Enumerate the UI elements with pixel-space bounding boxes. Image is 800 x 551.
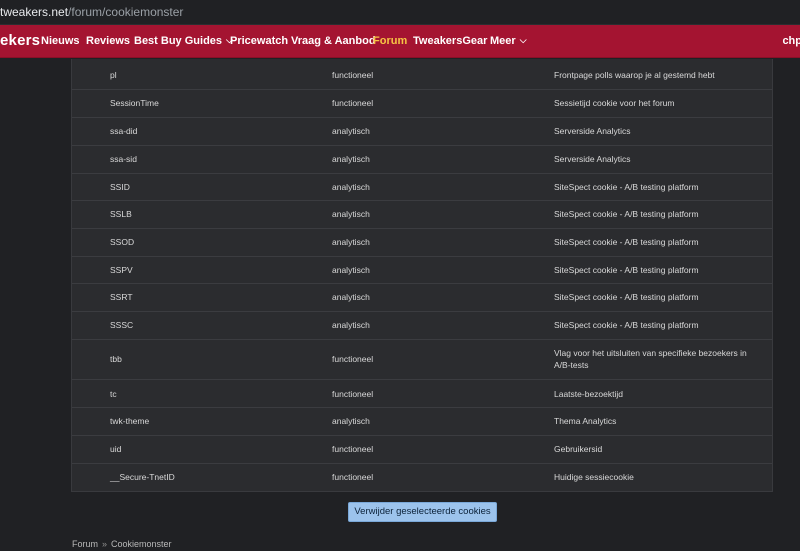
cookie-name: SSLB <box>110 209 132 219</box>
table-row: ssa-sid analytisch Serverside Analytics <box>72 146 772 174</box>
nav-item-label: Best Buy Guides <box>134 35 223 47</box>
table-row: twk-theme analytisch Thema Analytics <box>72 408 772 436</box>
nav-item-label: Meer <box>490 35 516 47</box>
nav-item-best-buy-guides[interactable]: Best Buy Guides ⌵ <box>134 35 233 47</box>
delete-selected-cookies-button[interactable]: Verwijder geselecteerde cookies <box>348 502 497 522</box>
nav-item-meer[interactable]: Meer ⌵ <box>490 35 527 47</box>
cookie-description: Huidige sessiecookie <box>554 472 634 482</box>
cookie-description: Serverside Analytics <box>554 154 631 164</box>
nav-item-label: Nieuws <box>41 35 80 47</box>
table-row: SSLB analytisch SiteSpect cookie - A/B t… <box>72 201 772 229</box>
table-row: __Secure-TnetID functioneel Huidige sess… <box>72 464 772 492</box>
cookie-type: analytisch <box>332 126 370 136</box>
site-logo[interactable]: ekers <box>0 32 40 49</box>
url-text[interactable]: tweakers.net/forum/cookiemonster <box>0 5 183 19</box>
cookie-name: tbb <box>110 354 122 364</box>
cookie-type: analytisch <box>332 154 370 164</box>
cookie-type: functioneel <box>332 472 374 482</box>
breadcrumb-cookiemonster[interactable]: Cookiemonster <box>111 539 172 549</box>
table-row: SessionTime functioneel Sessietijd cooki… <box>72 90 772 118</box>
table-row: SSSC analytisch SiteSpect cookie - A/B t… <box>72 312 772 340</box>
cookie-name: ssa-sid <box>110 154 137 164</box>
nav-item-vraag-aanbod[interactable]: Vraag & Aanbod <box>291 35 376 47</box>
cookie-name: SSRT <box>110 292 133 302</box>
cookie-description: SiteSpect cookie - A/B testing platform <box>554 182 699 192</box>
cookie-name: ssa-did <box>110 126 138 136</box>
breadcrumb-forum[interactable]: Forum <box>72 539 98 549</box>
cookie-description: Vlag voor het uitsluiten van specifieke … <box>554 348 747 370</box>
cookie-description: Gebruikersid <box>554 444 603 454</box>
cookie-type: analytisch <box>332 292 370 302</box>
cookie-description: SiteSpect cookie - A/B testing platform <box>554 320 699 330</box>
chevron-down-icon: ⌵ <box>519 35 527 45</box>
user-menu[interactable]: chp <box>782 35 800 47</box>
cookie-name: __Secure-TnetID <box>110 472 175 482</box>
cookie-type: functioneel <box>332 389 374 399</box>
breadcrumb: Forum » Cookiemonster <box>72 539 172 549</box>
cookie-type: functioneel <box>332 98 374 108</box>
url-path: /forum/cookiemonster <box>68 5 184 19</box>
table-row: tbb functioneel Vlag voor het uitsluiten… <box>72 340 772 380</box>
table-row: SSPV analytisch SiteSpect cookie - A/B t… <box>72 257 772 284</box>
cookie-description: Laatste-bezoektijd <box>554 389 623 399</box>
table-row: SSRT analytisch SiteSpect cookie - A/B t… <box>72 284 772 312</box>
cookie-type: analytisch <box>332 209 370 219</box>
cookie-table: pl functioneel Frontpage polls waarop je… <box>71 59 773 492</box>
table-row: uid functioneel Gebruikersid <box>72 436 772 464</box>
main-navigation: ekers Nieuws Reviews Best Buy Guides ⌵ Pr… <box>0 25 800 58</box>
cookie-name: pl <box>110 70 117 80</box>
table-row: SSID analytisch SiteSpect cookie - A/B t… <box>72 174 772 201</box>
cookie-name: uid <box>110 444 122 454</box>
nav-item-label: Reviews <box>86 35 131 47</box>
cookie-description: Thema Analytics <box>554 416 617 426</box>
cookie-description: Sessietijd cookie voor het forum <box>554 98 675 108</box>
nav-item-label: Pricewatch <box>230 35 289 47</box>
nav-item-label: Vraag & Aanbod <box>291 35 376 47</box>
cookie-description: SiteSpect cookie - A/B testing platform <box>554 237 699 247</box>
cookie-name: SSID <box>110 182 130 192</box>
cookie-description: SiteSpect cookie - A/B testing platform <box>554 209 699 219</box>
nav-item-label: Forum <box>373 35 408 47</box>
table-row: ssa-did analytisch Serverside Analytics <box>72 118 772 146</box>
cookie-description: SiteSpect cookie - A/B testing platform <box>554 265 699 275</box>
cookie-type: analytisch <box>332 182 370 192</box>
nav-item-pricewatch[interactable]: Pricewatch <box>230 35 288 47</box>
cookie-name: SessionTime <box>110 98 159 108</box>
nav-item-label: TweakersGear <box>413 35 488 47</box>
cookie-name: SSOD <box>110 237 135 247</box>
nav-item-nieuws[interactable]: Nieuws <box>41 35 80 47</box>
cookie-type: analytisch <box>332 416 370 426</box>
cookie-name: tc <box>110 389 117 399</box>
cookie-type: analytisch <box>332 265 370 275</box>
table-row: SSOD analytisch SiteSpect cookie - A/B t… <box>72 229 772 257</box>
cookie-name: twk-theme <box>110 416 150 426</box>
table-row: pl functioneel Frontpage polls waarop je… <box>72 59 772 90</box>
cookie-type: analytisch <box>332 237 370 247</box>
url-host: tweakers.net <box>0 5 69 19</box>
nav-item-reviews[interactable]: Reviews <box>86 35 130 47</box>
cookie-description: Serverside Analytics <box>554 126 631 136</box>
cookie-description: Frontpage polls waarop je al gestemd heb… <box>554 70 715 80</box>
cookie-type: functioneel <box>332 70 374 80</box>
cookie-type: analytisch <box>332 320 370 330</box>
cookie-name: SSSC <box>110 320 134 330</box>
nav-item-forum[interactable]: Forum <box>373 35 407 47</box>
breadcrumb-separator: » <box>102 539 108 549</box>
cookie-name: SSPV <box>110 265 133 275</box>
cookie-description: SiteSpect cookie - A/B testing platform <box>554 292 699 302</box>
cookie-type: functioneel <box>332 444 374 454</box>
cookie-type: functioneel <box>332 354 374 364</box>
browser-address-bar[interactable]: tweakers.net/forum/cookiemonster <box>0 0 800 25</box>
table-row: tc functioneel Laatste-bezoektijd <box>72 380 772 408</box>
nav-item-tweakersgear[interactable]: TweakersGear <box>413 35 487 47</box>
